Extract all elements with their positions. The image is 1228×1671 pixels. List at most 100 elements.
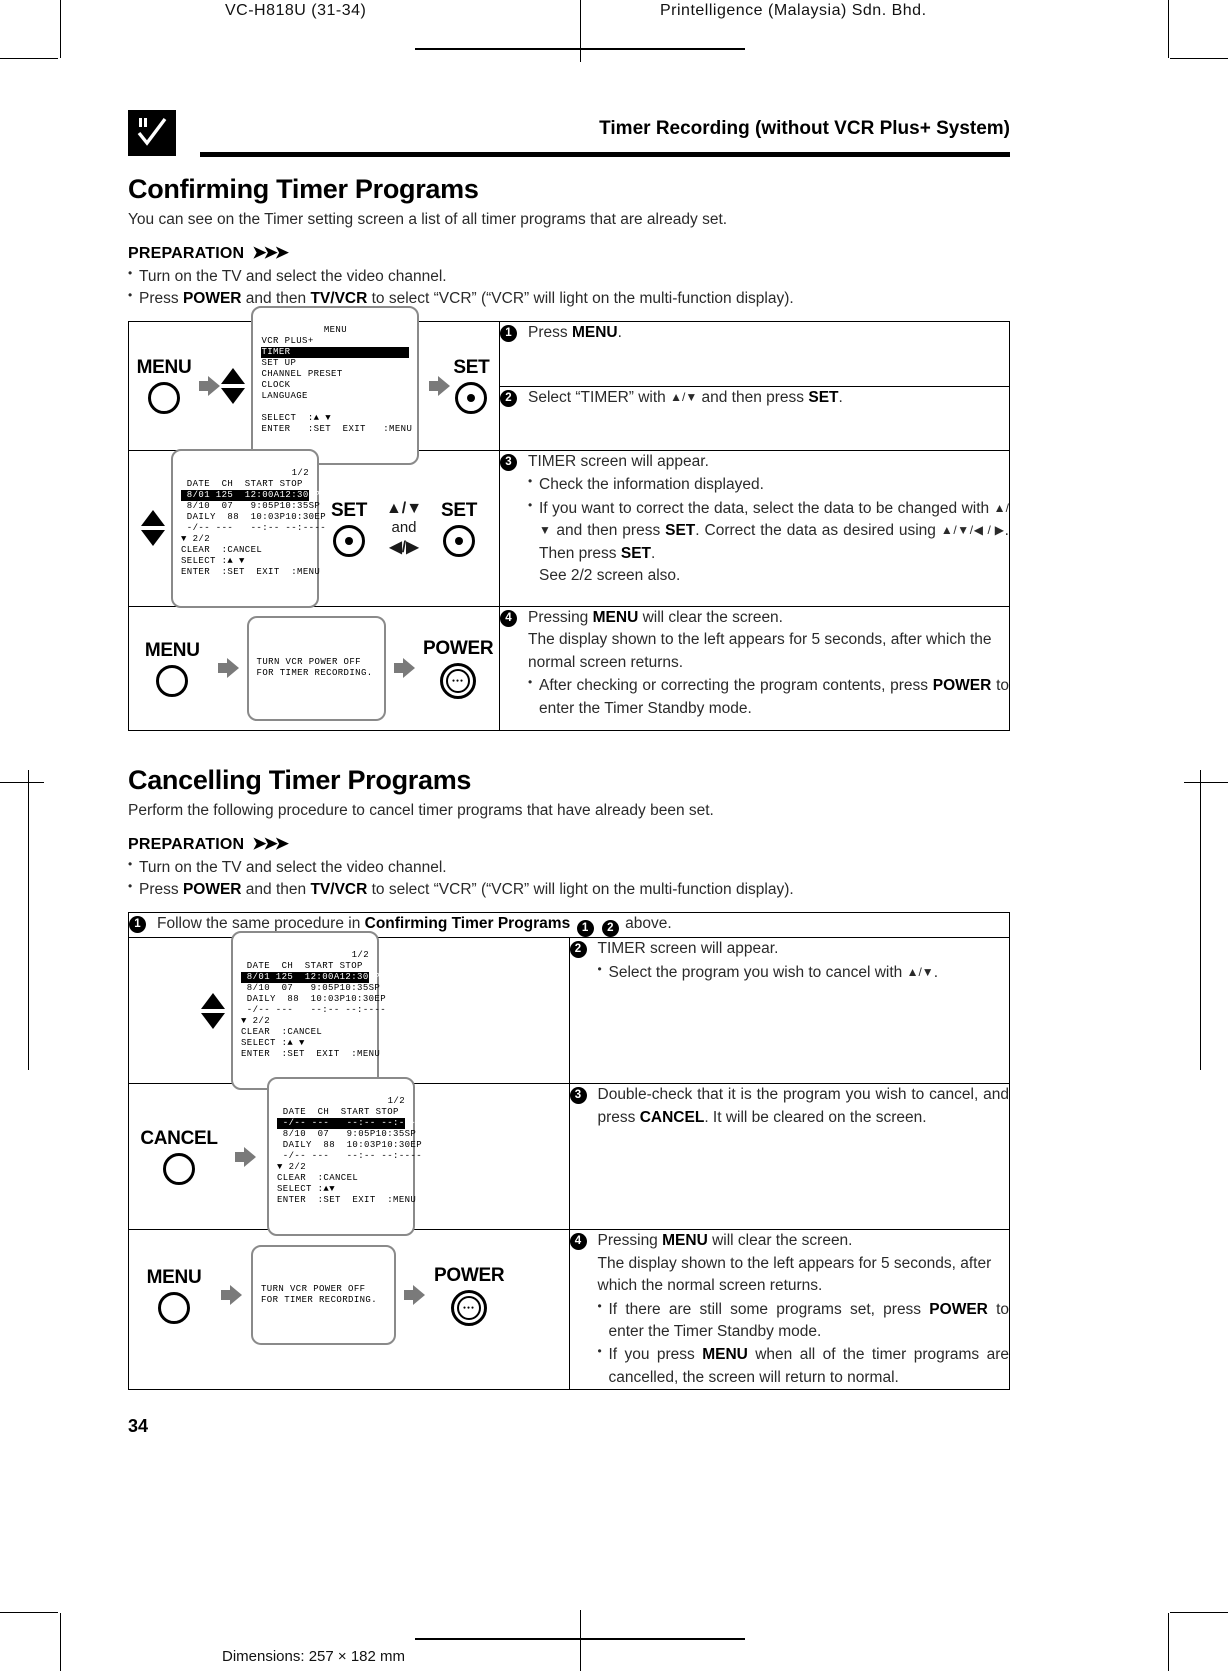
up-down-buttons[interactable] [201, 992, 225, 1029]
step-bullet-text: Check the information displayed. [539, 476, 764, 494]
preparation-item-text: Turn on the TV and select the video chan… [139, 858, 447, 876]
and-label: and [391, 518, 417, 536]
step-cell-3: 3 TIMER screen will appear. Check the in… [499, 449, 1010, 607]
step-number: 1 [129, 915, 146, 933]
chevrons-icon-2: ➤➤➤ [252, 833, 289, 853]
step-cell-1: 1 Press MENU. [499, 320, 1010, 387]
updown-arrows-glyph: ▲/▼ [539, 500, 1009, 538]
step-number: 4 [569, 1233, 587, 1251]
power-button[interactable] [440, 662, 476, 699]
header-rule [200, 152, 1010, 157]
step-number: 1 [500, 324, 517, 342]
step-ref-2: 2 [601, 920, 619, 938]
table-row: CANCEL 1/2 DATE CH START STOP -/-- --- -… [128, 1077, 1010, 1237]
crop-mark-bottom-right-h [1170, 1612, 1228, 1613]
power-button-label: POWER [434, 1264, 505, 1286]
preparation-text-2: PREPARATION [128, 835, 245, 853]
section-title-cancelling: Cancelling Timer Programs [128, 764, 472, 795]
osd-timer-header: DATE CH START STOP [277, 1107, 399, 1118]
printer-model-code: VC-H818U (31-34) [225, 2, 367, 19]
osd-menu-screen: MENU VCR PLUS+ TIMER SET UP CHANNEL PRESET CL… [251, 306, 420, 466]
osd-page-marker: ▼ 2/2 [241, 1016, 271, 1027]
down-arrow-icon[interactable] [201, 1012, 225, 1029]
osd-timer-row-cleared: -/-- --- --:-- --:---- [277, 1118, 423, 1130]
osd-menu-title: MENU [323, 325, 348, 336]
step-text: TIMER screen will appear. Select the pro… [598, 938, 1010, 984]
step-cell-3-cancel: 3 Double-check that it is the program yo… [568, 1083, 1010, 1231]
step-text: Pressing MENU will clear the screen. The… [598, 1230, 1010, 1389]
crop-mark-left-mid-v [28, 770, 29, 1070]
step-line: TIMER screen will appear. [597, 940, 779, 958]
osd-timer-row-selected: 8/01 125 12:00A12:30EP [181, 489, 321, 501]
set-button[interactable] [455, 382, 488, 415]
step-text: Select “TIMER” with ▲/▼ and then press S… [528, 388, 843, 406]
illustration-cell-timer-select: 1/2 DATE CH START STOP 8/01 125 12:00A12… [128, 931, 570, 1091]
illustration-cell-menu: MENU MENU VCR PLUS+ TIMER SET UP CHANNEL PRE… [128, 306, 500, 466]
section-title-confirming: Confirming Timer Programs [128, 174, 479, 204]
osd-menu-item: VCR PLUS+ [261, 336, 314, 347]
up-arrow-icon[interactable] [221, 367, 246, 384]
page-number: 34 [128, 1416, 149, 1437]
menu-button[interactable] [156, 664, 189, 697]
table-row: MENU MENU VCR PLUS+ TIMER SET UP CHANNEL PRE… [128, 306, 1010, 466]
register-line-bottom-v [580, 1610, 581, 1671]
osd-timer-header: DATE CH START STOP [241, 961, 363, 972]
step-3: 3 Double-check that it is the program yo… [569, 1084, 1009, 1129]
arrow-right-icon [217, 658, 239, 679]
menu-button[interactable] [148, 382, 181, 415]
step-ref-1: 1 [576, 920, 594, 938]
osd-footer-enter: ENTER :SET EXIT :MENU [277, 1195, 417, 1206]
menu-button-label: MENU [136, 357, 192, 379]
up-down-buttons[interactable] [141, 510, 165, 547]
osd-timer-row: 8/10 07 9:05P10:35SP [277, 1129, 417, 1140]
preparation-item: Turn on the TV and select the video chan… [128, 856, 1010, 879]
step-number: 2 [569, 941, 587, 959]
osd-footer-enter: ENTER :SET EXIT :MENU [181, 566, 321, 577]
crop-mark-bottom-left-h [0, 1612, 58, 1613]
menu-button[interactable] [158, 1291, 190, 1324]
step-number: 2 [500, 389, 517, 407]
illustration-cell-power-2: MENU TURN VCR POWER OFF FOR TIMER RECORDI… [128, 1229, 570, 1391]
osd-footer-select: SELECT :▲▼ [277, 1184, 336, 1195]
preparation-text-1: PREPARATION [128, 245, 245, 262]
updown-arrows-glyph: ▲/▼ [670, 389, 698, 404]
cancel-button[interactable] [163, 1153, 195, 1186]
set-button-label: SET [453, 357, 490, 379]
osd-page-indicator: 1/2 [291, 467, 309, 478]
section-description-confirming: You can see on the Timer setting screen … [128, 211, 728, 228]
running-title: Timer Recording (without VCR Plus+ Syste… [599, 118, 1010, 139]
power-button-label: POWER [423, 637, 494, 659]
page-header: Timer Recording (without VCR Plus+ Syste… [128, 108, 1010, 160]
table-row: MENU TURN VCR POWER OFF FOR TIMER RECORDI… [128, 1229, 1010, 1391]
osd-timer-row: 8/10 07 9:05P10:35SP [181, 500, 321, 511]
table-row: MENU TURN VCR POWER OFF FOR TIMER RECORDI… [128, 605, 1010, 731]
step-bullet: After checking or correcting the program… [528, 674, 1009, 720]
step-bullet: If you want to correct the data, select … [528, 497, 1009, 588]
down-arrow-icon[interactable] [141, 530, 165, 547]
preparation-item-text: Turn on the TV and select the video chan… [139, 268, 447, 285]
arrow-right-icon [221, 1285, 243, 1306]
menu-button-label: MENU [144, 639, 200, 661]
arrow-right-icon [235, 1146, 257, 1167]
step-line: Pressing MENU will clear the screen. [597, 1232, 853, 1250]
up-arrow-icon[interactable] [141, 510, 165, 527]
set-button[interactable] [443, 524, 475, 557]
procedure-table-cancelling: 1 Follow the same procedure in Confirmin… [128, 911, 1010, 1391]
set-button[interactable] [333, 524, 365, 557]
osd-timer-row: -/-- --- --:-- --:---- [241, 1005, 387, 1016]
osd-timer-row: -/-- --- --:-- --:---- [181, 522, 327, 533]
down-arrow-icon[interactable] [221, 387, 246, 404]
osd-power-line1: TURN VCR POWER OFF [261, 1284, 366, 1295]
preparation-label-2: PREPARATION ➤➤➤ [128, 834, 1010, 854]
power-button[interactable] [451, 1289, 487, 1326]
step-bullet: Check the information displayed. [528, 473, 1009, 496]
up-down-buttons[interactable] [221, 367, 246, 404]
preparation-list-2: Turn on the TV and select the video chan… [128, 856, 1010, 902]
up-arrow-icon[interactable] [201, 992, 225, 1009]
step-bullet-text: See 2/2 screen also. [539, 567, 681, 585]
osd-menu-item: SET UP [261, 358, 297, 369]
osd-timer-row-selected: 8/01 125 12:00A12:30EP [241, 972, 381, 984]
osd-power-message: TURN VCR POWER OFF FOR TIMER RECORDING. [246, 615, 386, 721]
osd-timer-row: DAILY 88 10:03P10:30EP [277, 1140, 423, 1151]
set-button-label: SET [330, 499, 368, 521]
